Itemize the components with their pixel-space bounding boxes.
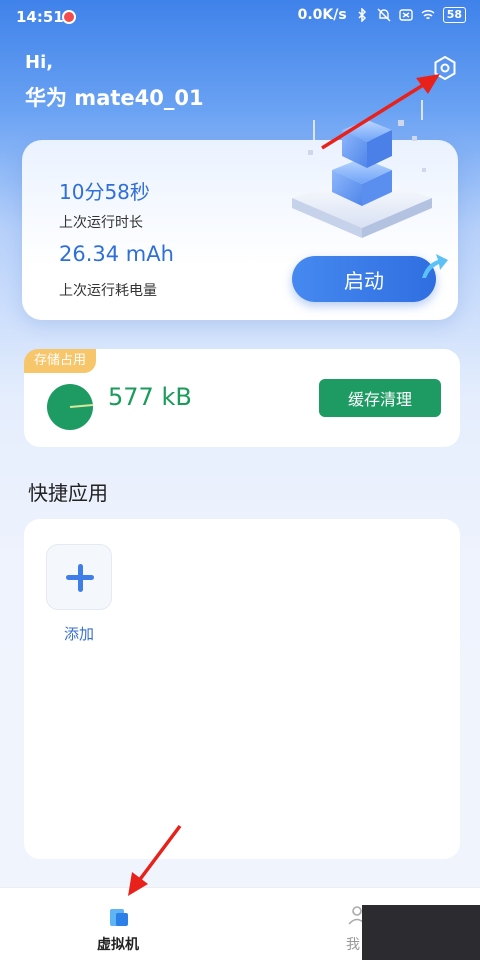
status-bar: 14:51 0.0K/s 58: [0, 0, 480, 34]
sim-off-icon: [398, 9, 413, 21]
network-speed: 0.0K/s: [297, 7, 347, 23]
nav-item-vm[interactable]: 虚拟机: [90, 888, 150, 960]
notification-icon: [62, 10, 76, 24]
last-run-duration: 10分58秒: [59, 180, 150, 204]
last-run-duration-label: 上次运行时长: [59, 215, 143, 231]
run-info-card: 10分58秒 上次运行时长 26.34 mAh 上次运行耗电量 启动: [22, 100, 458, 320]
add-app-label[interactable]: 添加: [64, 623, 94, 644]
status-indicators: 0.0K/s 58: [298, 7, 466, 23]
settings-hexagon-icon[interactable]: [432, 55, 458, 81]
storage-size: 577 kB: [108, 383, 192, 411]
launch-button[interactable]: 启动: [292, 256, 436, 302]
storage-pie-icon: [47, 384, 94, 430]
watermark-overlay: [362, 905, 480, 960]
mute-bell-icon: [377, 8, 391, 22]
battery-indicator: 58: [442, 7, 466, 23]
cube-illustration-icon: [292, 100, 432, 238]
launch-arrow-icon: [422, 254, 448, 278]
status-time: 14:51: [16, 8, 64, 26]
bluetooth-icon: [358, 8, 366, 22]
wifi-icon: [421, 9, 435, 20]
add-app-button[interactable]: [46, 544, 112, 610]
greeting: Hi,: [25, 52, 54, 73]
cache-clean-button[interactable]: 缓存清理: [319, 379, 441, 417]
device-name: 华为 mate40_01: [25, 86, 204, 110]
nav-item-me-label: 我: [346, 937, 360, 953]
nav-item-vm-label: 虚拟机: [97, 937, 139, 953]
storage-tag: 存储占用: [24, 349, 97, 373]
storage-card: 存储占用 577 kB 缓存清理: [24, 349, 460, 447]
quick-apps-title: 快捷应用: [28, 481, 108, 505]
vm-icon: [110, 909, 128, 926]
last-run-power-label: 上次运行耗电量: [59, 283, 157, 299]
last-run-power: 26.34 mAh: [59, 242, 174, 266]
quick-apps-card: 添加: [24, 519, 460, 859]
